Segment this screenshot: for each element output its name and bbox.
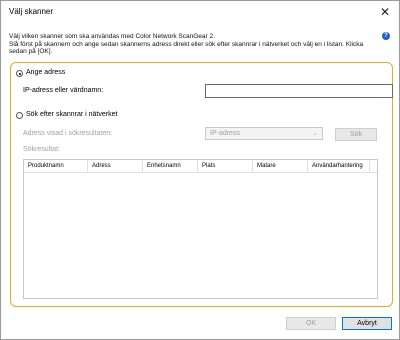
ip-host-label: IP-adress eller värdnamn:: [23, 87, 104, 94]
column-header-spacer: [369, 160, 377, 172]
search-button[interactable]: Sök: [335, 128, 377, 141]
address-radio[interactable]: [16, 70, 23, 77]
address-radio-label[interactable]: Ange adress: [26, 69, 65, 76]
column-header-device-name[interactable]: Enhetsnamn: [142, 160, 197, 172]
description-text: Välj vilken skanner som ska användas med…: [9, 33, 369, 56]
column-header-product-name[interactable]: Produktnamn: [24, 160, 87, 172]
table-header: Produktnamn Adress Enhetsnamn Plats Mata…: [24, 160, 377, 173]
dialog-title: Välj skanner: [9, 7, 54, 16]
ip-host-input[interactable]: [205, 84, 393, 98]
column-header-address[interactable]: Adress: [87, 160, 142, 172]
description-line: Välj vilken skanner som ska användas med…: [9, 33, 364, 55]
column-header-feeder[interactable]: Matare: [252, 160, 307, 172]
search-results-table[interactable]: Produktnamn Adress Enhetsnamn Plats Mata…: [23, 159, 378, 299]
title-bar: Välj skanner ✕: [1, 1, 399, 23]
search-radio-label[interactable]: Sök efter skannrar i nätverket: [26, 111, 117, 118]
ok-button[interactable]: OK: [286, 317, 336, 330]
address-shown-label: Adress visad i sökresultaten:: [23, 130, 113, 137]
address-type-value: IP-adress: [210, 130, 240, 137]
column-header-location[interactable]: Plats: [197, 160, 252, 172]
column-header-user-management[interactable]: Användarhantering: [307, 160, 369, 172]
chevron-down-icon: ⌄: [312, 130, 318, 137]
help-icon[interactable]: ?: [382, 32, 390, 40]
select-scanner-dialog: Välj skanner ✕ Välj vilken skanner som s…: [0, 0, 400, 340]
address-type-select[interactable]: IP-adress ⌄: [205, 127, 323, 140]
close-icon[interactable]: ✕: [377, 4, 393, 20]
cancel-button[interactable]: Avbryt: [342, 317, 392, 330]
search-radio[interactable]: [16, 112, 23, 119]
search-results-label: Sökresultat:: [23, 146, 60, 153]
